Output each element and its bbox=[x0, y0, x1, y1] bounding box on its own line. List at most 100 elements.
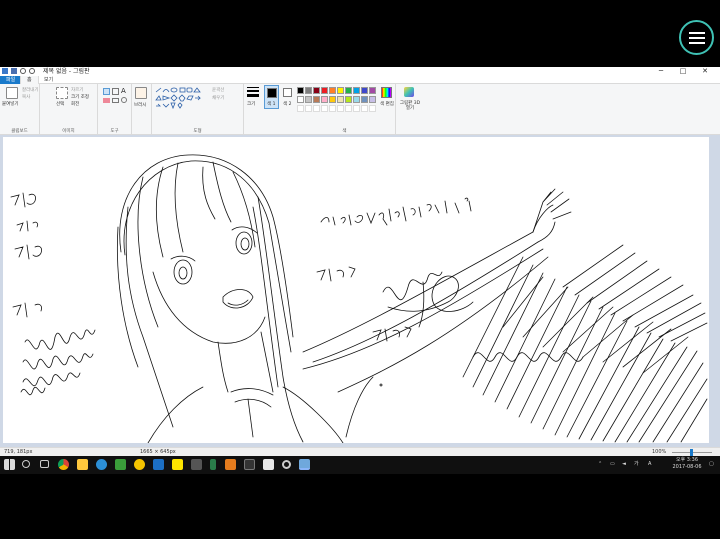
task-view-icon[interactable] bbox=[40, 460, 49, 468]
palette-swatch[interactable] bbox=[321, 87, 328, 94]
save-icon[interactable] bbox=[11, 68, 17, 74]
color2-swatch[interactable] bbox=[283, 88, 292, 97]
palette-swatch[interactable] bbox=[361, 96, 368, 103]
quick-access-toolbar bbox=[2, 68, 35, 74]
edit-colors-button[interactable]: 색 편집 bbox=[380, 101, 394, 107]
color1-label: 색 1 bbox=[267, 102, 276, 107]
app-icon-blue[interactable] bbox=[153, 459, 164, 470]
palette-swatch[interactable] bbox=[337, 96, 344, 103]
palette-swatch[interactable] bbox=[321, 96, 328, 103]
palette-swatch-empty[interactable] bbox=[329, 105, 336, 112]
palette-swatch[interactable] bbox=[369, 87, 376, 94]
cut-button[interactable]: 잘라내기 bbox=[22, 87, 39, 93]
settings-gear-icon[interactable] bbox=[282, 460, 291, 469]
palette-swatch[interactable] bbox=[369, 96, 376, 103]
palette-swatch-empty[interactable] bbox=[369, 105, 376, 112]
chrome-icon[interactable] bbox=[58, 459, 69, 470]
palette-swatch-empty[interactable] bbox=[297, 105, 304, 112]
size-button[interactable]: 크기 bbox=[247, 101, 255, 107]
outline-button[interactable]: 윤곽선 bbox=[212, 87, 224, 93]
crop-button[interactable]: 자르기 bbox=[71, 87, 83, 93]
group-brushes: 브러시 bbox=[132, 84, 152, 135]
overlay-menu-button[interactable] bbox=[679, 20, 714, 55]
network-icon[interactable]: ▭ bbox=[610, 460, 615, 469]
paste-button[interactable]: 붙여넣기 bbox=[2, 101, 19, 107]
palette-swatch[interactable] bbox=[337, 87, 344, 94]
resize-button[interactable]: 크기 조정 bbox=[71, 94, 89, 100]
explorer-icon[interactable] bbox=[77, 459, 88, 470]
app-icon-gray[interactable] bbox=[191, 459, 202, 470]
palette-swatch-empty[interactable] bbox=[337, 105, 344, 112]
edit-colors-icon[interactable] bbox=[381, 87, 392, 98]
undo-icon[interactable] bbox=[20, 68, 26, 74]
palette-swatch[interactable] bbox=[329, 96, 336, 103]
app-icon-yellow[interactable] bbox=[134, 459, 145, 470]
app-icon-green[interactable] bbox=[115, 459, 126, 470]
fill-tool[interactable] bbox=[112, 88, 119, 95]
palette-swatch[interactable] bbox=[297, 87, 304, 94]
zoom-slider-thumb[interactable] bbox=[690, 449, 693, 456]
volume-icon[interactable]: ◄ bbox=[622, 460, 626, 469]
language-indicator[interactable]: A bbox=[648, 460, 651, 469]
tab-view[interactable]: 보기 bbox=[38, 76, 59, 84]
search-icon[interactable] bbox=[22, 460, 30, 468]
tray-chevron-icon[interactable]: ⌃ bbox=[598, 460, 602, 469]
paint-taskbar-icon[interactable] bbox=[299, 459, 310, 470]
paste-icon[interactable] bbox=[6, 87, 18, 99]
ime-indicator[interactable]: 가 bbox=[634, 460, 639, 469]
paint3d-button[interactable]: 그림판 3D 열기 bbox=[398, 101, 422, 111]
palette-swatch[interactable] bbox=[353, 96, 360, 103]
palette-swatch-empty[interactable] bbox=[361, 105, 368, 112]
palette-swatch[interactable] bbox=[345, 87, 352, 94]
brushes-icon[interactable] bbox=[135, 87, 147, 99]
select-icon[interactable] bbox=[56, 87, 68, 99]
palette-swatch-empty[interactable] bbox=[313, 105, 320, 112]
maximize-button[interactable]: □ bbox=[672, 67, 694, 76]
size-icon[interactable] bbox=[247, 87, 259, 97]
pencil-tool[interactable] bbox=[103, 88, 110, 95]
redo-icon[interactable] bbox=[29, 68, 35, 74]
fill-button[interactable]: 채우기 bbox=[212, 95, 224, 101]
copy-button[interactable]: 복사 bbox=[22, 94, 30, 100]
palette-swatch[interactable] bbox=[305, 96, 312, 103]
shapes-gallery[interactable] bbox=[154, 87, 209, 111]
canvas-area bbox=[0, 135, 720, 447]
app-icon-orange[interactable] bbox=[225, 459, 236, 470]
kakaotalk-icon[interactable] bbox=[172, 459, 183, 470]
color-picker-tool[interactable] bbox=[112, 98, 119, 103]
palette-swatch[interactable] bbox=[353, 87, 360, 94]
app-icon-window[interactable] bbox=[263, 459, 274, 470]
palette-swatch[interactable] bbox=[345, 96, 352, 103]
clock[interactable]: 오후 3:36 2017-08-06 bbox=[668, 456, 706, 472]
group-color1: 색 1 bbox=[263, 84, 281, 135]
zoom-slider[interactable] bbox=[672, 449, 712, 456]
palette-swatch-empty[interactable] bbox=[321, 105, 328, 112]
close-button[interactable]: ✕ bbox=[694, 67, 716, 76]
palette-swatch[interactable] bbox=[305, 87, 312, 94]
select-button[interactable]: 선택 bbox=[56, 101, 64, 107]
text-tool[interactable]: A bbox=[121, 87, 126, 95]
window-title: 제목 없음 - 그림판 bbox=[43, 68, 90, 75]
drawing-canvas[interactable] bbox=[3, 137, 709, 443]
palette-swatch[interactable] bbox=[297, 96, 304, 103]
palette-swatch[interactable] bbox=[313, 96, 320, 103]
media-icon[interactable] bbox=[96, 459, 107, 470]
palette-swatch-empty[interactable] bbox=[305, 105, 312, 112]
palette-swatch[interactable] bbox=[361, 87, 368, 94]
brushes-button[interactable]: 브러시 bbox=[134, 102, 146, 108]
paint3d-icon[interactable] bbox=[404, 87, 414, 97]
tab-home[interactable]: 홈 bbox=[20, 76, 39, 84]
palette-swatch-empty[interactable] bbox=[353, 105, 360, 112]
palette-swatch[interactable] bbox=[329, 87, 336, 94]
magnifier-tool[interactable] bbox=[121, 97, 127, 103]
tab-file[interactable]: 파일 bbox=[0, 76, 22, 84]
rotate-button[interactable]: 회전 bbox=[71, 101, 79, 107]
eraser-tool[interactable] bbox=[103, 98, 110, 103]
app-icon-code[interactable] bbox=[244, 459, 255, 470]
notification-icon[interactable]: ▢ bbox=[709, 460, 714, 469]
windows-start-icon[interactable] bbox=[4, 459, 15, 470]
minimize-button[interactable]: ─ bbox=[650, 67, 672, 76]
app-icon-green-bar[interactable] bbox=[210, 459, 216, 470]
palette-swatch-empty[interactable] bbox=[345, 105, 352, 112]
palette-swatch[interactable] bbox=[313, 87, 320, 94]
